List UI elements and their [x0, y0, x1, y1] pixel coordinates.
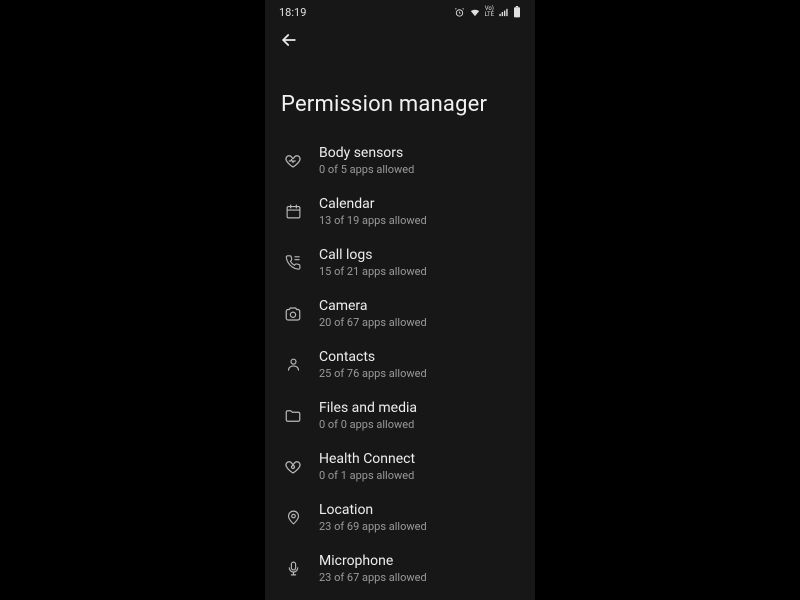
top-bar	[265, 24, 535, 56]
perm-item-calendar[interactable]: Calendar 13 of 19 apps allowed	[265, 186, 535, 237]
perm-label: Call logs	[319, 247, 427, 264]
contacts-icon	[283, 355, 303, 375]
wifi-icon	[469, 7, 481, 18]
perm-sub: 15 of 21 apps allowed	[319, 265, 427, 278]
perm-label: Location	[319, 502, 427, 519]
perm-text: Call logs 15 of 21 apps allowed	[319, 247, 427, 278]
status-bar: 18:19 Vo)LTE	[265, 0, 535, 24]
perm-text: Files and media 0 of 0 apps allowed	[319, 400, 417, 431]
perm-text: Location 23 of 69 apps allowed	[319, 502, 427, 533]
phone-screen: 18:19 Vo)LTE Permission manager	[265, 0, 535, 600]
perm-label: Body sensors	[319, 145, 414, 162]
perm-item-contacts[interactable]: Contacts 25 of 76 apps allowed	[265, 339, 535, 390]
volte-icon: Vo)LTE	[485, 6, 494, 18]
status-time: 18:19	[279, 6, 306, 19]
perm-sub: 23 of 67 apps allowed	[319, 571, 427, 584]
permission-list: Body sensors 0 of 5 apps allowed Calenda…	[265, 135, 535, 594]
perm-sub: 0 of 5 apps allowed	[319, 163, 414, 176]
perm-label: Health Connect	[319, 451, 415, 468]
perm-sub: 0 of 0 apps allowed	[319, 418, 417, 431]
health-icon	[283, 457, 303, 477]
camera-icon	[283, 304, 303, 324]
perm-label: Camera	[319, 298, 427, 315]
call-log-icon	[283, 253, 303, 273]
perm-label: Microphone	[319, 553, 427, 570]
perm-sub: 0 of 1 apps allowed	[319, 469, 415, 482]
location-icon	[283, 508, 303, 528]
perm-item-call-logs[interactable]: Call logs 15 of 21 apps allowed	[265, 237, 535, 288]
perm-item-microphone[interactable]: Microphone 23 of 67 apps allowed	[265, 543, 535, 594]
folder-icon	[283, 406, 303, 426]
perm-text: Health Connect 0 of 1 apps allowed	[319, 451, 415, 482]
alarm-icon	[454, 7, 465, 18]
perm-sub: 13 of 19 apps allowed	[319, 214, 427, 227]
signal-icon	[498, 7, 509, 18]
back-button[interactable]	[277, 28, 301, 52]
back-arrow-icon	[279, 30, 299, 50]
battery-icon	[513, 6, 521, 18]
perm-text: Body sensors 0 of 5 apps allowed	[319, 145, 414, 176]
perm-item-camera[interactable]: Camera 20 of 67 apps allowed	[265, 288, 535, 339]
perm-text: Calendar 13 of 19 apps allowed	[319, 196, 427, 227]
perm-sub: 23 of 69 apps allowed	[319, 520, 427, 533]
perm-label: Contacts	[319, 349, 427, 366]
heart-monitor-icon	[283, 151, 303, 171]
perm-label: Calendar	[319, 196, 427, 213]
perm-text: Contacts 25 of 76 apps allowed	[319, 349, 427, 380]
perm-text: Camera 20 of 67 apps allowed	[319, 298, 427, 329]
perm-item-health-connect[interactable]: Health Connect 0 of 1 apps allowed	[265, 441, 535, 492]
perm-item-files-media[interactable]: Files and media 0 of 0 apps allowed	[265, 390, 535, 441]
perm-item-body-sensors[interactable]: Body sensors 0 of 5 apps allowed	[265, 135, 535, 186]
calendar-icon	[283, 202, 303, 222]
perm-sub: 25 of 76 apps allowed	[319, 367, 427, 380]
perm-label: Files and media	[319, 400, 417, 417]
page-title: Permission manager	[265, 56, 535, 135]
microphone-icon	[283, 559, 303, 579]
perm-item-location[interactable]: Location 23 of 69 apps allowed	[265, 492, 535, 543]
perm-text: Microphone 23 of 67 apps allowed	[319, 553, 427, 584]
perm-sub: 20 of 67 apps allowed	[319, 316, 427, 329]
status-icons: Vo)LTE	[454, 6, 521, 18]
